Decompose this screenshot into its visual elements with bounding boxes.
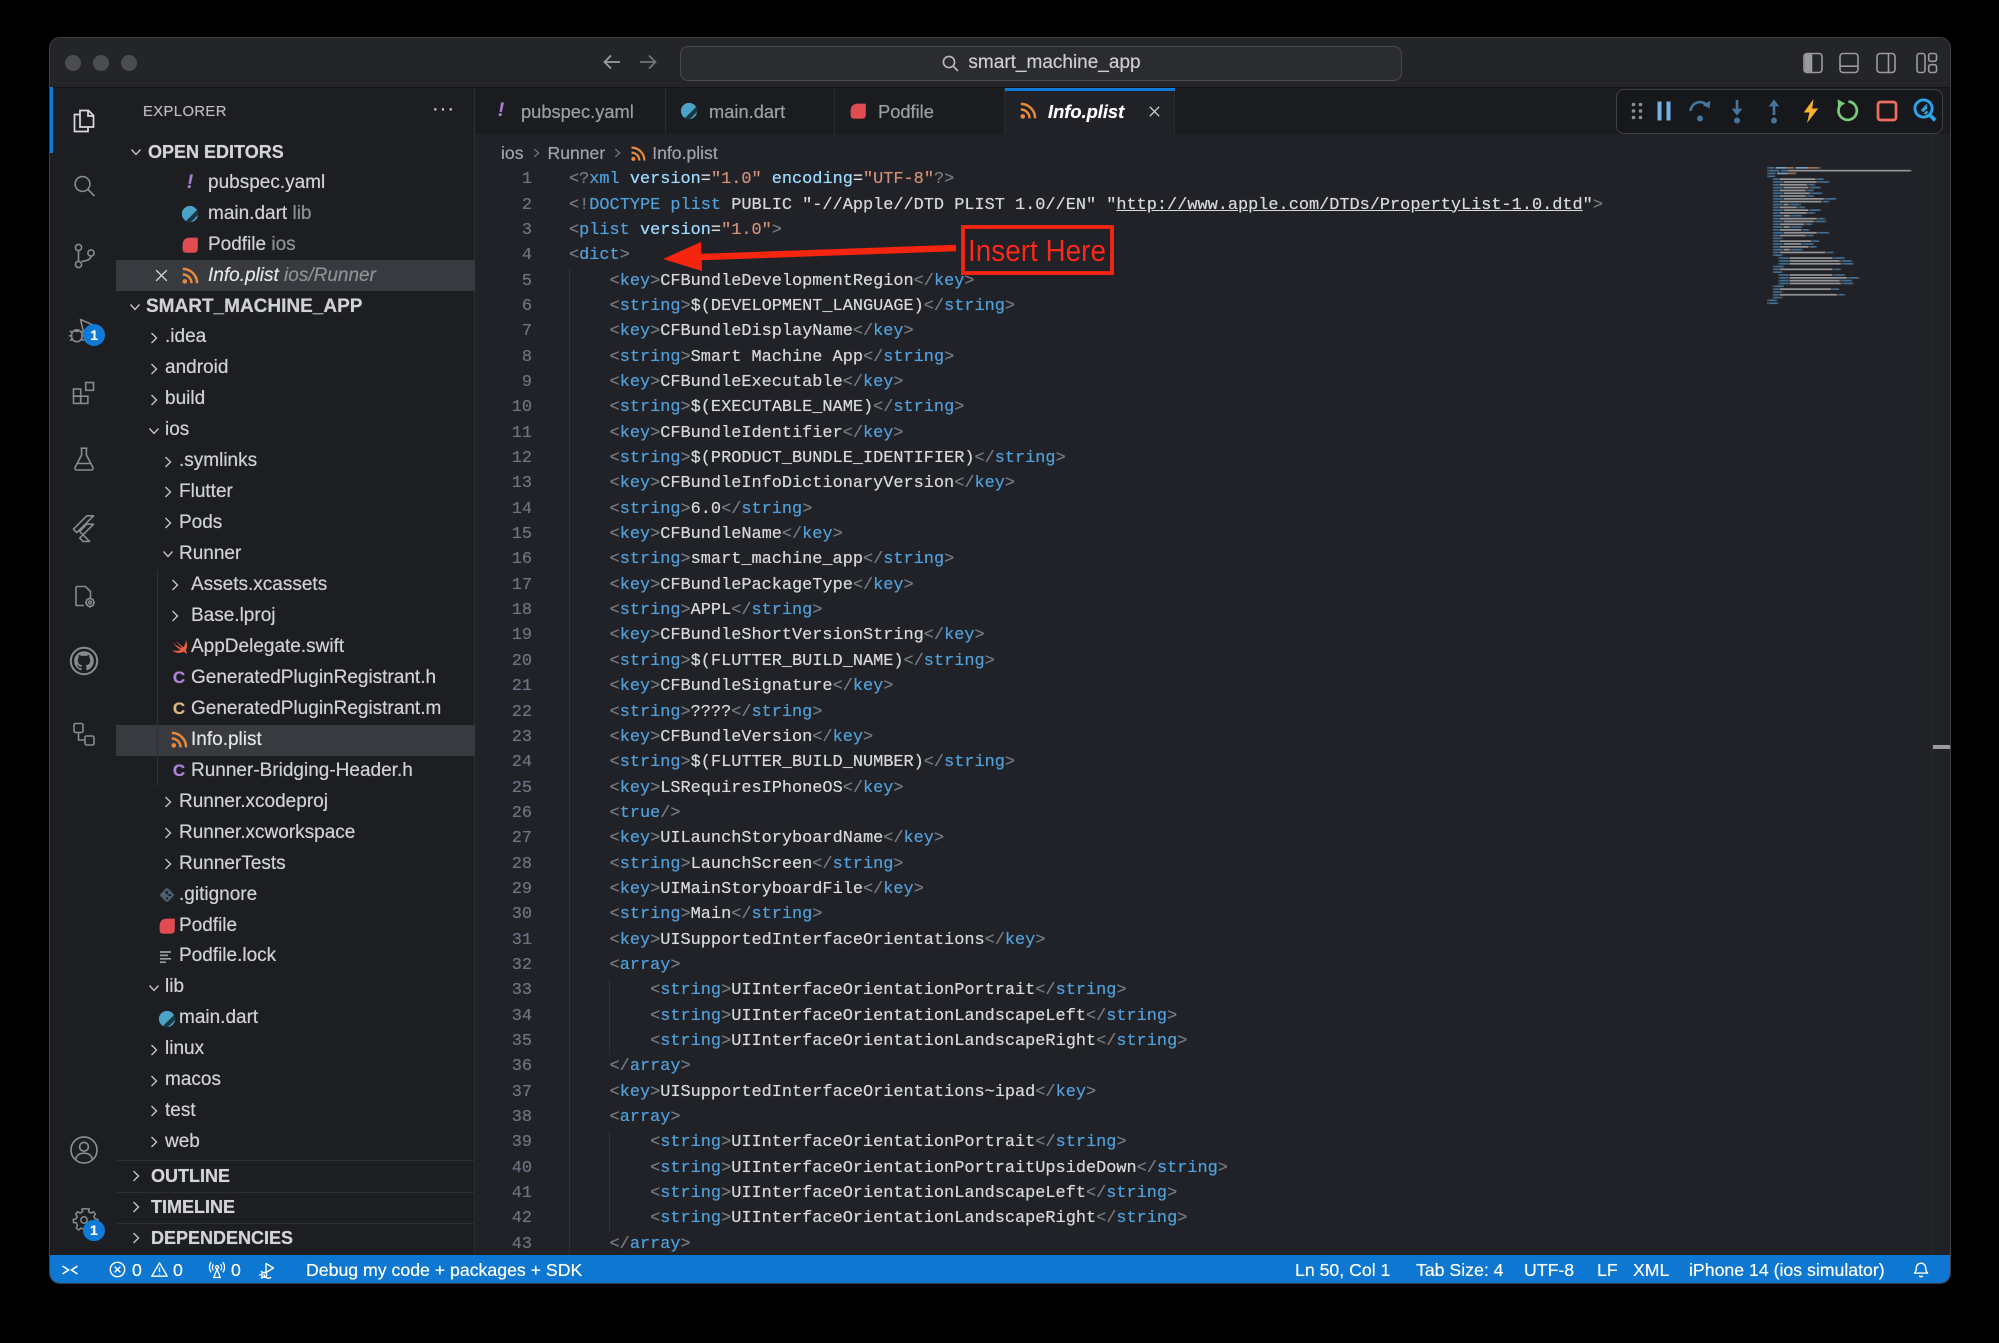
svg-text:Insert Here: Insert Here bbox=[968, 233, 1106, 268]
